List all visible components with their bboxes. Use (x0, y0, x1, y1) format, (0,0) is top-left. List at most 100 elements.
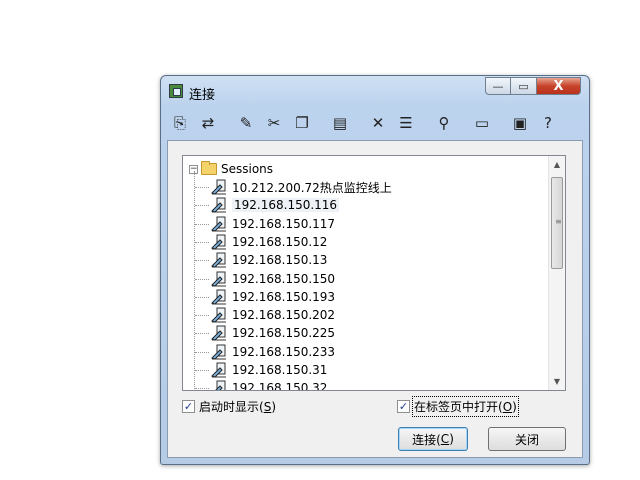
desktop-shortcut-button[interactable]: ▣ (509, 112, 531, 134)
session-icon (211, 252, 227, 268)
session-icon (211, 289, 227, 305)
session-item[interactable]: 192.168.150.116 (211, 196, 340, 214)
open-in-tab-checkbox[interactable]: ✓ (397, 400, 410, 413)
session-label: 192.168.150.193 (232, 289, 336, 304)
delete-icon: ✕ (371, 114, 385, 132)
connect-button[interactable]: ⎘ (169, 112, 191, 134)
tree-branch-line (195, 351, 209, 353)
find-icon: ⚲ (438, 114, 450, 132)
session-item[interactable]: 192.168.150.202 (211, 306, 335, 324)
session-item[interactable]: 10.212.200.72热点监控线上 (211, 178, 392, 196)
quick-connect-icon: ⇄ (201, 114, 215, 132)
show-on-startup-checkbox[interactable]: ✓ (182, 400, 195, 413)
open-in-tab-label: 在标签页中打开(O) (412, 396, 519, 417)
show-on-startup-option[interactable]: ✓ 启动时显示(S) (182, 398, 276, 415)
cut-icon: ✂ (267, 114, 281, 132)
session-label: 10.212.200.72热点监控线上 (232, 180, 392, 195)
close-window-button[interactable]: X (537, 77, 581, 95)
session-label: 192.168.150.117 (232, 216, 336, 231)
session-label: 192.168.150.13 (232, 253, 328, 268)
tree-branch-line (195, 205, 209, 207)
tree-branch-line (195, 388, 209, 390)
tree-branch-line (195, 315, 209, 317)
session-icon (211, 234, 227, 250)
session-icon (211, 344, 227, 360)
session-label: 192.168.150.116 (232, 198, 340, 213)
session-icon (211, 325, 227, 341)
root-folder-label: Sessions (221, 162, 274, 176)
session-icon (211, 216, 227, 232)
dialog-body: − Sessions 10.212.200.72热点监控线上 192.168.15… (167, 140, 583, 458)
session-label: 192.168.150.202 (232, 308, 336, 323)
properties-button[interactable]: ☰ (395, 112, 417, 134)
session-icon (211, 380, 227, 390)
paste-button[interactable]: ▤ (329, 112, 351, 134)
session-item[interactable]: 192.168.150.31 (211, 361, 327, 379)
new-session-button[interactable]: ✎ (235, 112, 257, 134)
tree-root-node[interactable]: − Sessions (189, 160, 273, 178)
connect-dialog: 连接 — ▭ X ⎘ ⇄ ✎ ✂ ❐ ▤ ✕ ☰ ⚲ ▭ ▣? − Sessions 10.212.… (160, 75, 590, 465)
session-item[interactable]: 192.168.150.12 (211, 233, 327, 251)
tree-branch-line (195, 370, 209, 371)
help-icon: ? (544, 114, 552, 132)
session-icon (211, 179, 227, 195)
tree-branch-line (195, 333, 209, 335)
session-tree[interactable]: − Sessions 10.212.200.72热点监控线上 192.168.15… (182, 155, 566, 391)
session-icon (211, 362, 227, 378)
tree-branch-line (195, 260, 209, 262)
title-bar[interactable]: 连接 — ▭ X (161, 76, 589, 106)
toolbar: ⎘ ⇄ ✎ ✂ ❐ ▤ ✕ ☰ ⚲ ▭ ▣? (169, 108, 581, 138)
paste-icon: ▤ (332, 114, 348, 132)
cut-button[interactable]: ✂ (263, 112, 285, 134)
delete-button[interactable]: ✕ (367, 112, 389, 134)
session-label: 192.168.150.31 (232, 363, 328, 377)
session-label: 192.168.150.233 (232, 344, 336, 359)
scroll-down-arrow-icon[interactable]: ▼ (549, 373, 565, 390)
tree-branch-line (195, 187, 209, 188)
session-icon (211, 197, 227, 213)
tree-connector-line (194, 171, 195, 390)
session-item[interactable]: 192.168.150.233 (211, 343, 335, 361)
find-button[interactable]: ⚲ (433, 112, 455, 134)
tree-branch-line (195, 278, 209, 280)
scroll-up-arrow-icon[interactable]: ▲ (549, 156, 565, 173)
session-item[interactable]: 192.168.150.117 (211, 215, 335, 233)
maximize-button[interactable]: ▭ (511, 77, 537, 95)
session-item[interactable]: 192.168.150.13 (211, 251, 327, 269)
tree-branch-line (195, 223, 209, 225)
copy-button[interactable]: ❐ (291, 112, 313, 134)
session-label: 192.168.150.225 (232, 326, 336, 341)
quick-connect-button[interactable]: ⇄ (197, 112, 219, 134)
maximize-icon: ▭ (518, 79, 529, 93)
session-icon (211, 271, 227, 287)
scrollbar-thumb[interactable]: ≡ (551, 177, 563, 269)
minimize-button[interactable]: — (485, 77, 511, 95)
new-folder-icon: ▭ (474, 114, 490, 132)
session-label: 192.168.150.150 (232, 271, 336, 286)
session-item[interactable]: 192.168.150.32 (211, 379, 327, 390)
help-button[interactable]: ? (537, 112, 559, 134)
folder-icon (201, 161, 217, 175)
dialog-title: 连接 (189, 88, 216, 103)
tree-branch-line (195, 241, 209, 243)
tree-branch-line (195, 296, 209, 298)
session-label: 192.168.150.12 (232, 234, 328, 249)
new-session-icon: ✎ (239, 114, 253, 132)
session-item[interactable]: 192.168.150.193 (211, 288, 335, 306)
connect-icon: ⎘ (173, 114, 186, 132)
close-icon: X (553, 78, 564, 94)
properties-icon: ☰ (399, 114, 413, 132)
connect-button[interactable]: 连接(C) (398, 427, 468, 451)
session-item[interactable]: 192.168.150.225 (211, 324, 335, 342)
close-button[interactable]: 关闭 (488, 427, 566, 451)
open-in-tab-option[interactable]: ✓ 在标签页中打开(O) (397, 396, 519, 417)
session-item[interactable]: 192.168.150.150 (211, 270, 335, 288)
minimize-icon: — (492, 79, 504, 93)
vertical-scrollbar[interactable]: ▲ ≡ ▼ (548, 156, 565, 390)
grip-icon: ≡ (555, 217, 562, 226)
copy-icon: ❐ (295, 114, 309, 132)
new-folder-button[interactable]: ▭ (471, 112, 493, 134)
tree-viewport: − Sessions 10.212.200.72热点监控线上 192.168.15… (183, 156, 548, 390)
show-on-startup-label: 启动时显示(S) (199, 400, 276, 414)
desktop-shortcut-icon: ▣ (512, 114, 528, 132)
